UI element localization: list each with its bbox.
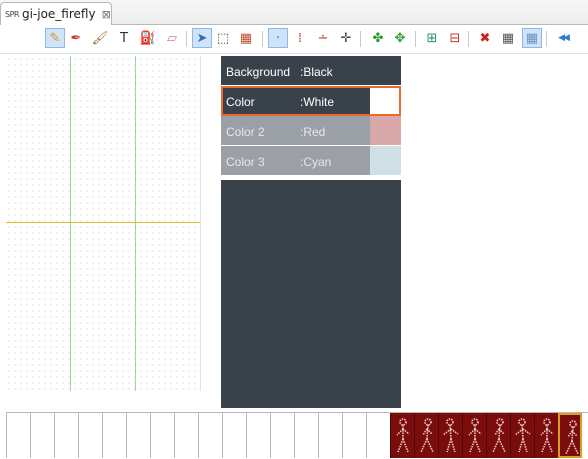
animation-frame[interactable]: [30, 413, 54, 458]
animation-frame[interactable]: [318, 413, 342, 458]
palette-entry[interactable]: Background :Black: [221, 56, 401, 86]
sprite-preview: [221, 180, 401, 408]
fine-grid-tool-icon[interactable]: ▦: [522, 28, 542, 48]
animation-frame[interactable]: [294, 413, 318, 458]
animation-frame[interactable]: [198, 413, 222, 458]
color-grid-tool-icon[interactable]: ▦: [236, 28, 256, 48]
brush-tool-icon[interactable]: 🖌: [90, 28, 110, 48]
toolbar-separator: [415, 31, 416, 47]
delete-tool-icon[interactable]: ✖: [475, 28, 495, 48]
add-frame-tool-icon[interactable]: ⊞: [422, 28, 442, 48]
horizontal-guide-tool-icon[interactable]: ∸: [313, 28, 333, 48]
tab-title: gi-joe_firefly: [21, 7, 96, 21]
toolbar-separator: [262, 31, 263, 47]
vertical-guide-tool-icon[interactable]: ⁞: [290, 28, 310, 48]
sprite-figure-thumbnail: [492, 418, 506, 453]
sprite-figure-thumbnail: [565, 420, 579, 455]
toolbar-separator: [360, 31, 361, 47]
palette-entry-label-box: Color 3 :Cyan: [221, 146, 370, 175]
toolbar-separator: [186, 31, 187, 47]
animation-frame[interactable]: [270, 413, 294, 458]
eraser-tool-icon[interactable]: ▱: [162, 28, 182, 48]
color-palette: Background:Black Color:White Color 2:Red Co…: [221, 56, 401, 176]
sprite-figure-thumbnail: [396, 418, 410, 453]
palette-entry-value: :Black: [300, 65, 333, 79]
close-icon[interactable]: ⊠: [102, 8, 111, 21]
palette-entry-name: Color 2: [226, 125, 265, 139]
remove-frame-tool-icon[interactable]: ⊟: [445, 28, 465, 48]
animation-frame[interactable]: [390, 413, 414, 458]
grid-tool-icon[interactable]: ▦: [498, 28, 518, 48]
sprite-canvas[interactable]: [6, 56, 201, 391]
palette-entry-value: :Cyan: [300, 155, 332, 169]
animation-frame[interactable]: [6, 413, 30, 458]
animation-frame[interactable]: [222, 413, 246, 458]
animation-frame[interactable]: [54, 413, 78, 458]
sprite-figure-thumbnail: [442, 418, 459, 453]
animation-frame-strip: [6, 412, 588, 459]
toolbar-separator: [546, 31, 547, 47]
palette-entry-label-box: Color 2 :Red: [221, 116, 370, 145]
palette-entry-label-box: Background :Black: [221, 56, 370, 85]
animation-frame[interactable]: [102, 413, 126, 458]
select-arrow-tool-icon[interactable]: ➤: [192, 28, 212, 48]
animation-frame[interactable]: [558, 413, 582, 458]
palette-entry-value: :Red: [300, 125, 326, 139]
color-swatch[interactable]: [370, 146, 401, 175]
animation-frame[interactable]: [534, 413, 558, 458]
color-swatch[interactable]: [370, 116, 401, 145]
palette-entry-name: Background: [226, 65, 291, 79]
rewind-tool-icon[interactable]: ◀◀: [553, 28, 573, 48]
animation-frame[interactable]: [414, 413, 438, 458]
toolbar-separator: [468, 31, 469, 47]
eyedropper-tool-icon[interactable]: ✒: [66, 28, 86, 48]
animation-frame[interactable]: [510, 413, 534, 458]
animation-frame[interactable]: [486, 413, 510, 458]
color-swatch[interactable]: [370, 56, 401, 85]
animation-frame[interactable]: [462, 413, 486, 458]
vertical-guide-line[interactable]: [70, 56, 71, 391]
animation-frame[interactable]: [78, 413, 102, 458]
vertical-guide-line[interactable]: [135, 56, 136, 391]
animation-frame[interactable]: [174, 413, 198, 458]
animation-frame[interactable]: [342, 413, 366, 458]
animation-frame[interactable]: [366, 413, 390, 458]
point-tool-icon[interactable]: ·: [268, 28, 288, 48]
sprite-figure-thumbnail: [420, 418, 434, 453]
tab-sprite-file[interactable]: SPR gi-joe_firefly ⊠: [0, 2, 112, 25]
sprite-figure-thumbnail: [468, 418, 482, 453]
pencil-tool-icon[interactable]: ✎: [45, 28, 65, 48]
animation-frame[interactable]: [246, 413, 270, 458]
palette-entry-name: Color 3: [226, 155, 265, 169]
rect-select-tool-icon[interactable]: ⬚: [213, 28, 233, 48]
animation-frame[interactable]: [150, 413, 174, 458]
tools-toolbar: ✎ ✒ 🖌 T ⛽ ▱ ➤ ⬚ ▦ · ⁞ ∸ ✛ ✤ ✥ ⊞ ⊟ ✖ ▦ ▦ ◀◀: [0, 25, 588, 54]
selected-color-highlight: [221, 86, 401, 116]
text-tool-icon[interactable]: T: [114, 28, 134, 48]
sprite-figure-thumbnail: [514, 418, 531, 453]
animation-frame[interactable]: [126, 413, 150, 458]
palette-entry[interactable]: Color 3 :Cyan: [221, 146, 401, 176]
animation-frame[interactable]: [438, 413, 462, 458]
horizontal-guide-line[interactable]: [6, 222, 200, 223]
cross-guide-tool-icon[interactable]: ✛: [336, 28, 356, 48]
fill-tool-icon[interactable]: ⛽: [138, 28, 158, 48]
sprite-file-icon: SPR: [5, 9, 19, 19]
puzzle-tool-icon[interactable]: ✤: [368, 28, 388, 48]
editor-tab-bar: SPR gi-joe_firefly ⊠: [0, 0, 588, 25]
palette-entry[interactable]: Color 2 :Red: [221, 116, 401, 146]
sprite-figure-thumbnail: [540, 418, 554, 453]
puzzle-piece-tool-icon[interactable]: ✥: [390, 28, 410, 48]
